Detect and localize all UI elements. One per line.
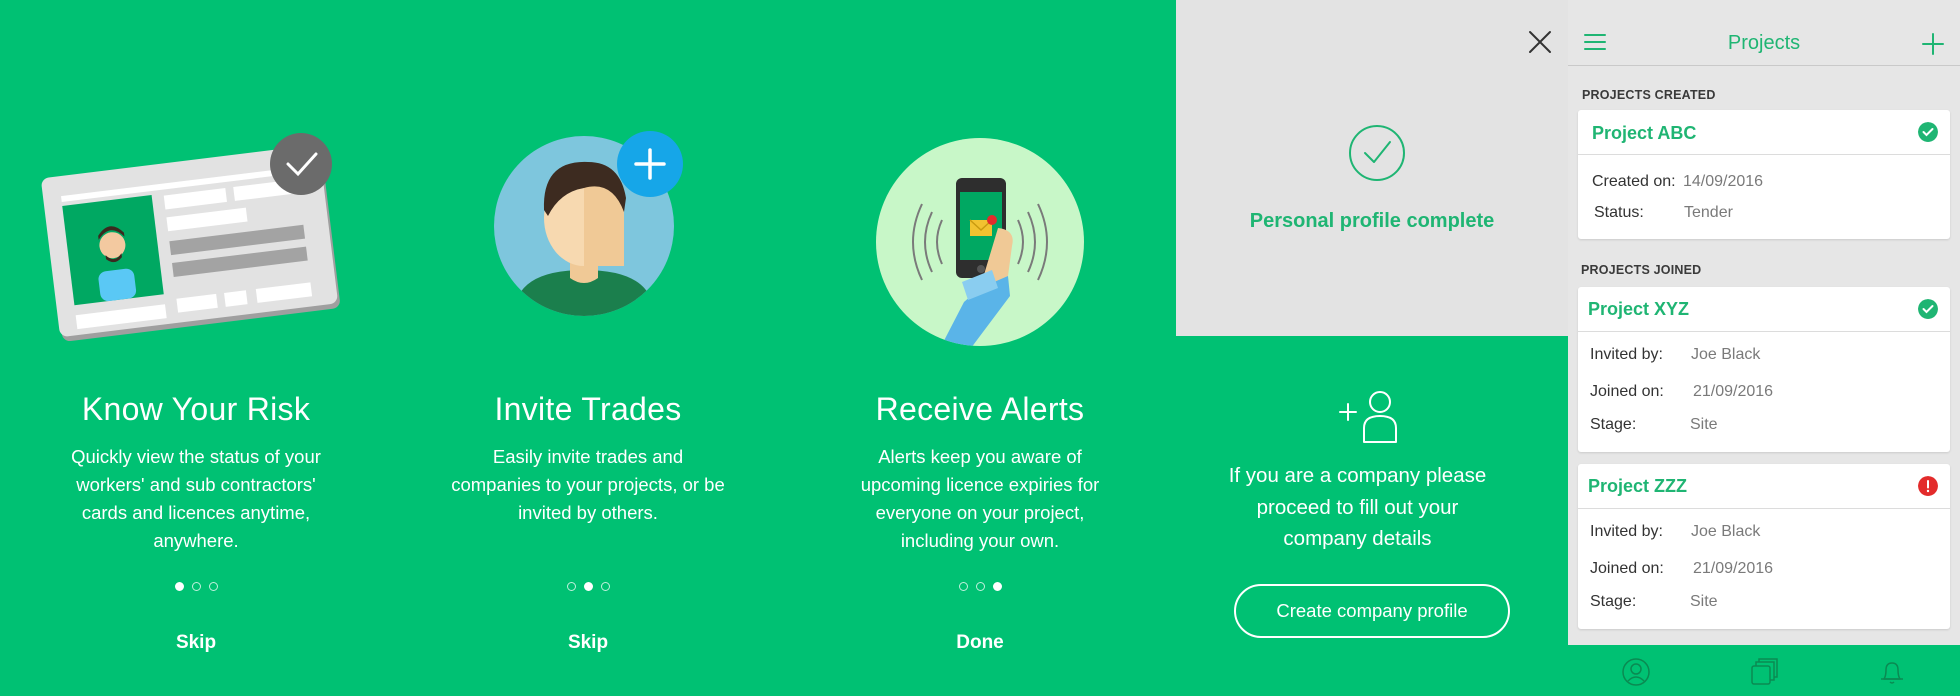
slide-description: Easily invite trades and companies to yo… [451, 446, 725, 523]
phone-alert-illustration [876, 138, 1084, 346]
stage-value: Site [1690, 416, 1718, 433]
page-dot[interactable] [992, 582, 1002, 591]
check-icon [1918, 299, 1938, 319]
page-dot[interactable] [975, 582, 985, 591]
status-label: Status: [1594, 204, 1644, 221]
page-dot[interactable] [191, 582, 201, 591]
invited-by-value: Joe Black [1691, 346, 1761, 363]
projects-header: Projects [1568, 0, 1960, 66]
section-label-created: PROJECTS CREATED [1582, 88, 1716, 102]
status-value: Tender [1684, 204, 1733, 221]
slide-description: Quickly view the status of your workers'… [71, 446, 321, 551]
bell-icon[interactable] [1878, 658, 1906, 686]
project-name: Project ZZZ [1588, 476, 1688, 496]
close-icon[interactable] [1526, 28, 1554, 56]
project-card[interactable]: Project ZZZ Invited by: Joe Black Joined… [1578, 464, 1950, 629]
card-divider [1578, 508, 1950, 509]
page-dot[interactable] [208, 582, 218, 591]
profile-complete-screen: Personal profile complete If you are a c… [1176, 0, 1568, 696]
project-card[interactable]: Project ABC Created on: 14/09/2016 Statu… [1578, 110, 1950, 239]
invited-by-label: Invited by: [1590, 523, 1663, 540]
profile-complete-message: Personal profile complete [1249, 210, 1495, 232]
created-on-label: Created on: [1592, 173, 1676, 190]
cards-icon[interactable] [1750, 658, 1778, 686]
stage-label: Stage: [1590, 593, 1637, 610]
check-circle-icon [1349, 125, 1405, 181]
joined-on-value: 21/09/2016 [1693, 383, 1774, 400]
page-dot[interactable] [566, 582, 576, 591]
worker-invite-illustration [494, 131, 683, 316]
card-divider [1578, 331, 1950, 332]
slide-title: Receive Alerts [875, 391, 1085, 427]
joined-on-label: Joined on: [1590, 383, 1664, 400]
company-prompt: If you are a company please proceed to f… [1228, 464, 1487, 550]
done-button[interactable]: Done [930, 632, 1030, 654]
joined-on-label: Joined on: [1590, 560, 1664, 577]
skip-button[interactable]: Skip [538, 632, 638, 654]
onboarding-slide-alerts: Receive Alerts Alerts keep you aware of … [784, 0, 1176, 696]
project-card[interactable]: Project XYZ Invited by: Joe Black Joined… [1578, 287, 1950, 452]
invited-by-label: Invited by: [1590, 346, 1663, 363]
stage-value: Site [1690, 593, 1718, 610]
slide-title: Know Your Risk [81, 391, 311, 427]
stage-label: Stage: [1590, 416, 1637, 433]
project-name: Project XYZ [1588, 299, 1690, 319]
id-card-illustration [41, 133, 340, 342]
bottom-tab-bar [1568, 645, 1960, 696]
skip-button[interactable]: Skip [146, 632, 246, 654]
slide-title: Invite Trades [494, 391, 682, 427]
alert-icon [1918, 476, 1938, 496]
onboarding-slide-risk: Know Your Risk Quickly view the status o… [0, 0, 392, 696]
check-icon [1918, 122, 1938, 142]
card-divider [1578, 154, 1950, 155]
slide-description: Alerts keep you aware of upcoming licenc… [860, 446, 1100, 551]
page-title: Projects [1727, 32, 1801, 54]
invited-by-value: Joe Black [1691, 523, 1761, 540]
created-on-value: 14/09/2016 [1683, 173, 1764, 190]
page-dot[interactable] [583, 582, 593, 591]
joined-on-value: 21/09/2016 [1693, 560, 1774, 577]
add-project-icon[interactable] [1922, 33, 1944, 55]
section-label-joined: PROJECTS JOINED [1581, 263, 1702, 277]
profile-icon[interactable] [1622, 658, 1650, 686]
page-dot[interactable] [600, 582, 610, 591]
projects-screen: Projects PROJECTS CREATED Project ABC Cr… [1568, 0, 1960, 696]
page-indicator [392, 582, 784, 591]
page-indicator [784, 582, 1176, 591]
page-dot[interactable] [958, 582, 968, 591]
create-company-profile-button[interactable]: Create company profile [1234, 584, 1510, 638]
add-user-icon [1339, 391, 1397, 443]
onboarding-slide-invite: Invite Trades Easily invite trades and c… [392, 0, 784, 696]
page-dot[interactable] [174, 582, 184, 591]
page-indicator [0, 582, 392, 591]
project-name: Project ABC [1592, 123, 1697, 143]
